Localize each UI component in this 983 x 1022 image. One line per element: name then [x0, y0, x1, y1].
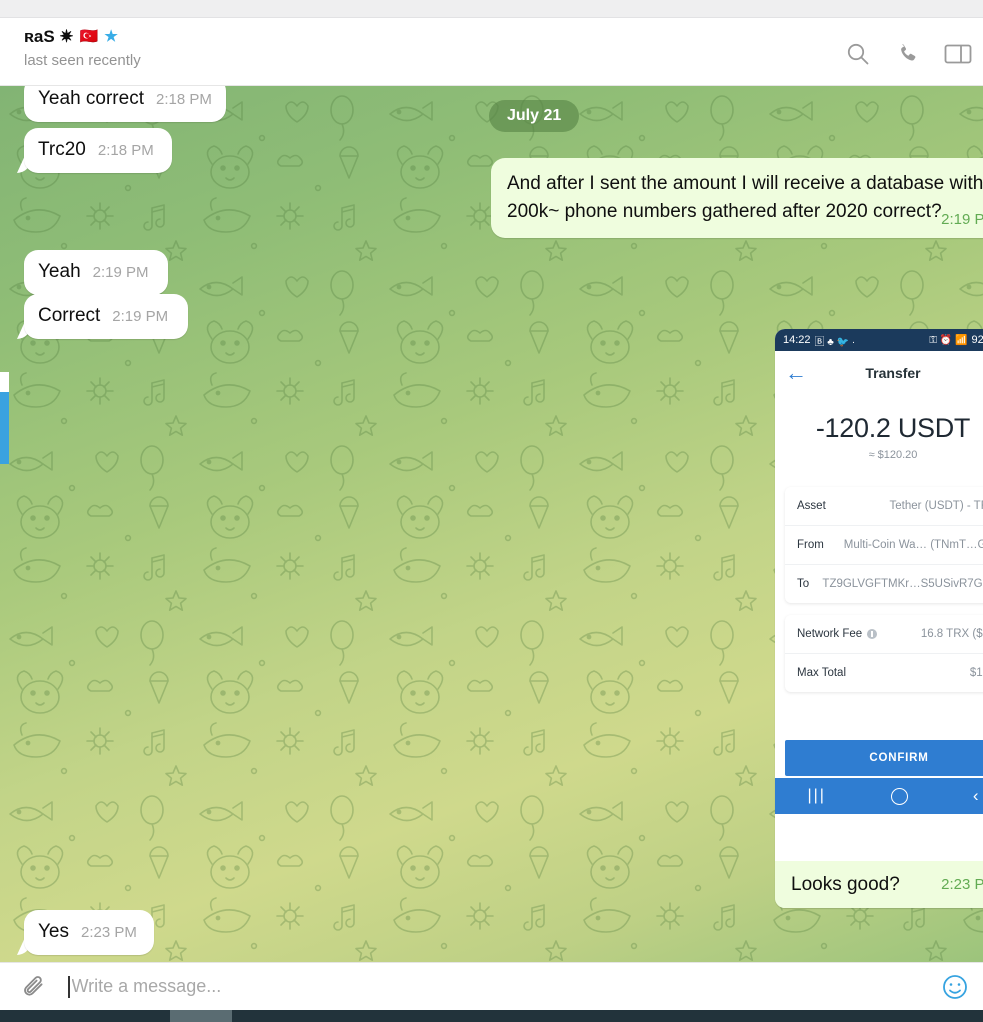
- transfer-fees-card: Network Fee 16.8 TRX ($1 Max Total $12: [785, 615, 983, 692]
- message-time: 2:19 PM: [112, 308, 169, 325]
- android-nav-bar: ||| ‹: [775, 778, 983, 814]
- fee-label-text: Network Fee: [797, 628, 863, 640]
- chat-header: ʀaS ✷ 🇹🇷 ★ last seen recently: [0, 18, 983, 86]
- recents-icon[interactable]: |||: [807, 787, 825, 805]
- message-bubble-incoming[interactable]: Trc20 2:18 PM: [24, 128, 172, 173]
- text-cursor: [68, 975, 70, 998]
- fee-value: $12: [969, 667, 983, 679]
- message-input-wrap[interactable]: [68, 975, 927, 998]
- search-input message-input[interactable]: [71, 976, 927, 997]
- message-text: Correct: [38, 305, 101, 326]
- status-bar-system-icons: ⚿ ⏰ 📶: [929, 334, 968, 346]
- message-time: 2:19 PM: [941, 211, 983, 228]
- home-icon[interactable]: [890, 787, 908, 805]
- transfer-amount-usd: ≈ $120.20: [868, 449, 918, 461]
- chat-list-edge-sliver: [0, 86, 9, 962]
- status-bar-right: ⚿ ⏰ 📶 92% ▮: [929, 334, 983, 346]
- detail-label: From: [797, 539, 824, 551]
- back-arrow-icon[interactable]: ←: [785, 362, 807, 384]
- message-bubble-outgoing[interactable]: And after I sent the amount I will recei…: [491, 158, 983, 238]
- wallet-app-bar: ← Transfer: [775, 351, 983, 395]
- contact-status: last seen recently: [24, 52, 141, 69]
- status-bar-notification-icons: 🄱 ♣ 🐦 ·: [814, 336, 856, 348]
- contact-name-row: ʀaS ✷ 🇹🇷 ★: [24, 26, 141, 48]
- fee-label-text: Max Total: [797, 667, 847, 679]
- photo-caption: 👍 Looks good? 2:23 PM: [775, 861, 983, 908]
- detail-row-asset: Asset Tether (USDT) - TR: [785, 487, 983, 526]
- message-bubble-incoming[interactable]: Yeah correct 2:18 PM: [24, 86, 226, 122]
- message-time: 2:23 PM: [941, 876, 983, 893]
- fee-row-max-total: Max Total $12: [785, 654, 983, 692]
- nav-back-icon[interactable]: ‹: [973, 786, 979, 806]
- message-composer: [0, 962, 983, 1010]
- status-bar-clock: 14:22: [783, 334, 811, 346]
- wallet-transfer-screenshot[interactable]: 14:22 🄱 ♣ 🐦 · ⚿ ⏰ 📶 92% ▮ ← Transfer: [775, 329, 983, 861]
- window-chrome-strip: [0, 0, 983, 18]
- message-time: 2:19 PM: [92, 264, 149, 281]
- detail-value: TZ9GLVGFTMKr…S5USivR7G8: [822, 578, 983, 590]
- detail-value: Multi-Coin Wa… (TNmT…Gi: [843, 539, 983, 551]
- chat-list-selected-edge: [0, 392, 9, 464]
- message-text: Looks good?: [791, 873, 900, 895]
- info-icon[interactable]: [867, 629, 878, 639]
- chat-header-actions: [833, 34, 983, 74]
- message-text: Trc20: [38, 139, 86, 160]
- message-time: 2:18 PM: [97, 142, 154, 159]
- smiley-icon[interactable]: [927, 973, 983, 1001]
- message-time: 2:18 PM: [155, 91, 212, 108]
- message-text: Yeah correct: [38, 88, 144, 109]
- telegram-desktop-window: ʀaS ✷ 🇹🇷 ★ last seen recently Yeah corre…: [0, 0, 983, 1022]
- message-time: 2:23 PM: [81, 924, 137, 941]
- scrollbar-thumb[interactable]: [170, 1010, 232, 1022]
- bottom-scrollbar[interactable]: [0, 1010, 983, 1022]
- chat-header-titles[interactable]: ʀaS ✷ 🇹🇷 ★ last seen recently: [24, 26, 141, 71]
- message-text: And after I sent the amount I will recei…: [507, 173, 983, 222]
- detail-value: Tether (USDT) - TR: [889, 500, 983, 512]
- message-bubble-outgoing-photo[interactable]: 14:22 🄱 ♣ 🐦 · ⚿ ⏰ 📶 92% ▮ ← Transfer: [775, 329, 983, 908]
- search-icon[interactable]: [833, 34, 883, 74]
- turkish-flag-icon: 🇹🇷: [79, 28, 99, 45]
- message-bubble-incoming[interactable]: Yeah 2:19 PM: [24, 250, 168, 295]
- fee-label: Network Fee: [797, 628, 878, 640]
- confirm-button[interactable]: CONFIRM: [785, 740, 983, 776]
- star-icon: ★: [104, 28, 118, 45]
- battery-percent: 92%: [971, 334, 983, 346]
- detail-row-to: To TZ9GLVGFTMKr…S5USivR7G8: [785, 565, 983, 603]
- message-list: Yeah correct 2:18 PM Trc20 2:18 PM July …: [0, 86, 983, 962]
- detail-row-from: From Multi-Coin Wa… (TNmT…Gi: [785, 526, 983, 565]
- status-bar-left: 14:22 🄱 ♣ 🐦 ·: [783, 333, 855, 348]
- contact-name: ʀaS ✷: [24, 27, 74, 46]
- sidebar-toggle-icon[interactable]: [933, 34, 983, 74]
- chat-message-area[interactable]: Yeah correct 2:18 PM Trc20 2:18 PM July …: [0, 86, 983, 962]
- message-bubble-incoming[interactable]: Correct 2:19 PM: [24, 294, 188, 339]
- message-text: Yes: [38, 921, 69, 942]
- transfer-amount: -120.2 USDT: [815, 413, 971, 443]
- paperclip-icon[interactable]: [0, 974, 68, 1000]
- date-separator: July 21: [489, 100, 580, 132]
- chat-list-item-edge: [0, 372, 9, 392]
- detail-label: To: [797, 578, 810, 590]
- message-bubble-incoming[interactable]: Yes 2:23 PM: [24, 910, 154, 955]
- transfer-details-card: Asset Tether (USDT) - TR From Multi-Coin…: [785, 487, 983, 603]
- fee-row-network: Network Fee 16.8 TRX ($1: [785, 615, 983, 654]
- message-text: Yeah: [38, 261, 81, 282]
- detail-label: Asset: [797, 500, 826, 512]
- phone-status-bar: 14:22 🄱 ♣ 🐦 · ⚿ ⏰ 📶 92% ▮: [775, 329, 983, 351]
- fee-value: 16.8 TRX ($1: [920, 628, 983, 640]
- phone-icon[interactable]: [883, 34, 933, 74]
